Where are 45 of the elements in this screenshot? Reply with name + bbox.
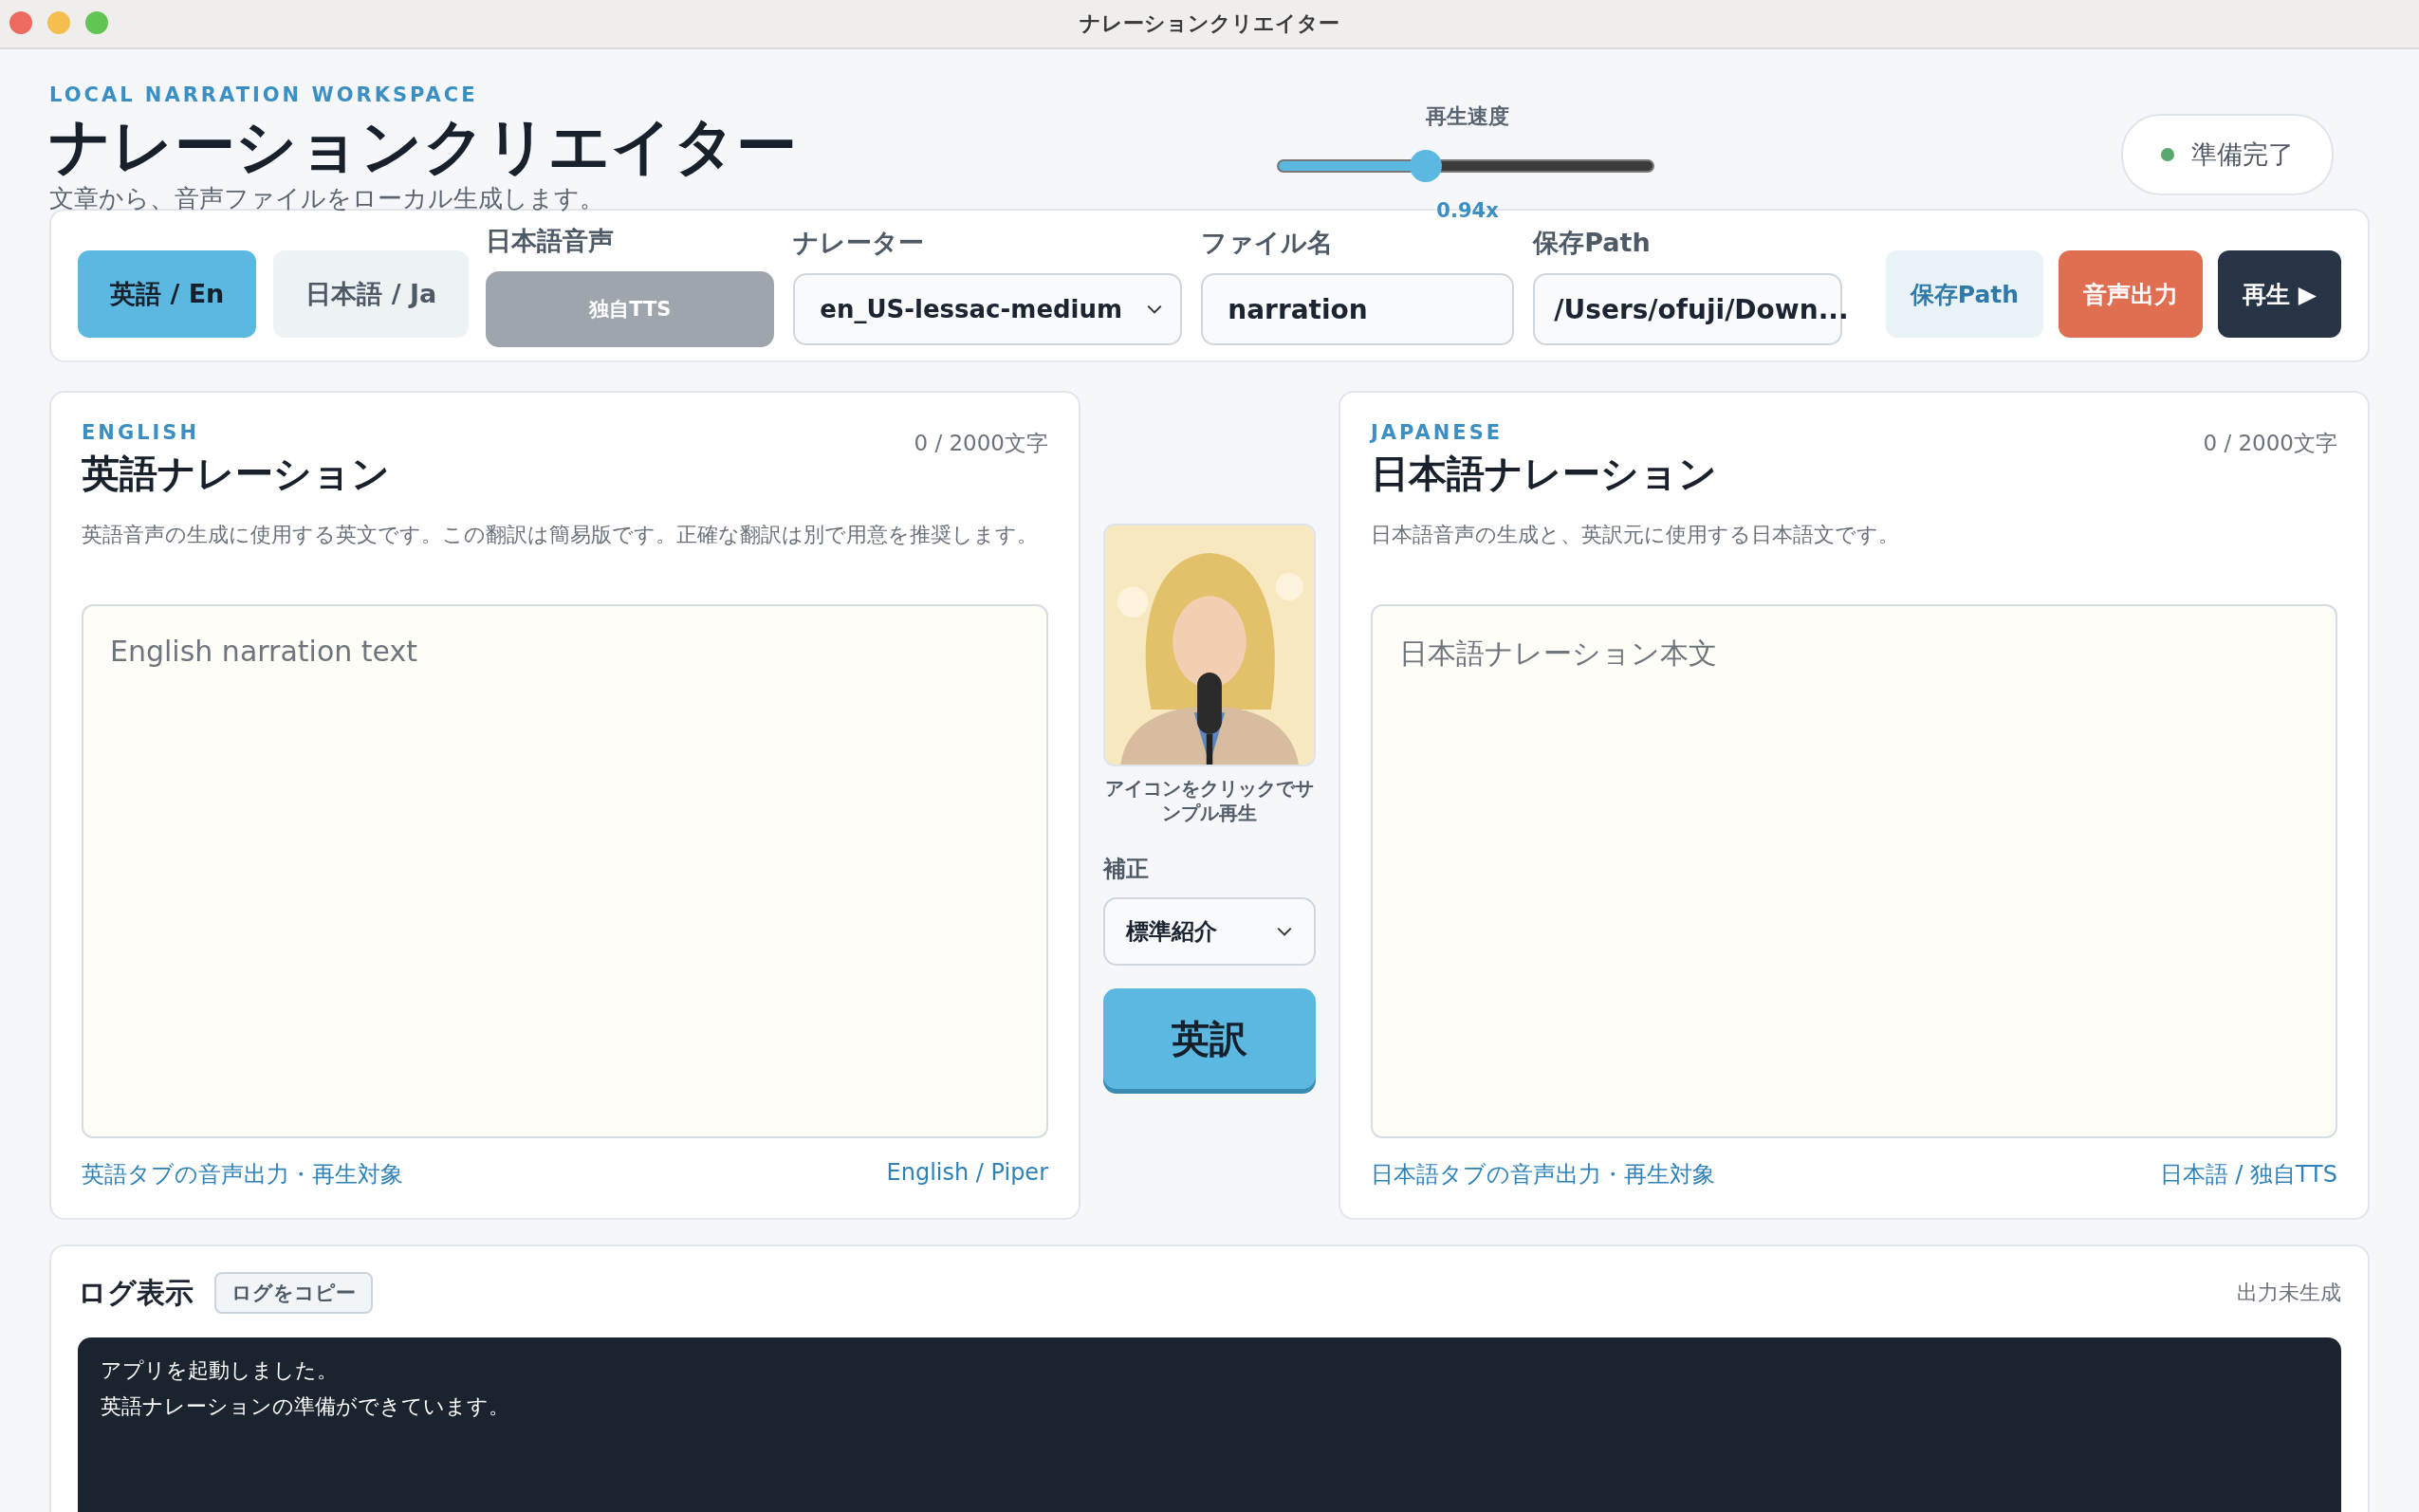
char-count: 0 / 2000文字 bbox=[914, 430, 1048, 457]
window-title: ナレーションクリエイター bbox=[1080, 10, 1339, 37]
minimize-button[interactable] bbox=[47, 11, 70, 34]
field-label: ナレーター bbox=[793, 227, 926, 259]
action-button[interactable]: 再生 ▶ bbox=[2218, 250, 2341, 338]
voice-engine-label: English / Piper bbox=[886, 1159, 1048, 1188]
speed-label: 再生速度 bbox=[1426, 103, 1509, 130]
voice-engine-label: 日本語 / 独自TTS bbox=[2159, 1160, 2337, 1189]
field-label: ファイル名 bbox=[1201, 227, 1335, 259]
close-button[interactable] bbox=[9, 11, 32, 34]
chevron-down-icon bbox=[1276, 926, 1293, 937]
avatar-caption: アイコンをクリックでサンプル再生 bbox=[1104, 776, 1315, 825]
app-title: ナレーションクリエイター bbox=[49, 110, 798, 182]
output-status: 出力未生成 bbox=[2237, 1280, 2341, 1306]
status-dot-icon bbox=[2161, 148, 2174, 161]
zoom-button[interactable] bbox=[85, 11, 108, 34]
language-tab[interactable]: 英語 / En bbox=[78, 250, 257, 338]
panel-title: 日本語ナレーション bbox=[1371, 451, 1717, 497]
panel-description: 英語音声の生成に使用する英文です。この翻訳は簡易版です。正確な翻訳は別で用意を推奨します。 bbox=[82, 522, 1039, 548]
narration-textarea[interactable]: English narration text bbox=[82, 604, 1048, 1138]
copy-log-button[interactable]: ログをコピー bbox=[214, 1272, 373, 1314]
log-line: 英語ナレーションの準備ができています。 bbox=[101, 1393, 510, 1420]
filename-field[interactable]: narration bbox=[1201, 273, 1515, 345]
language-tab[interactable]: 日本語 / Ja bbox=[273, 250, 470, 338]
chevron-down-icon bbox=[1146, 304, 1164, 315]
narration-textarea[interactable]: 日本語ナレーション本文 bbox=[1371, 604, 2337, 1138]
field-label: 保存Path bbox=[1533, 227, 1652, 259]
correction-select[interactable]: 標準紹介 bbox=[1103, 897, 1316, 966]
log-title: ログ表示 bbox=[78, 1274, 194, 1311]
panel-eyebrow: ENGLISH bbox=[82, 421, 201, 444]
panel-description: 日本語音声の生成と、英訳元に使用する日本語文です。 bbox=[1371, 522, 1900, 548]
speed-reading: 0.94x bbox=[1436, 199, 1499, 222]
log-line: アプリを起動しました。 bbox=[101, 1357, 339, 1384]
field-label: 日本語音声 bbox=[486, 225, 616, 257]
eyebrow-text: LOCAL NARRATION WORKSPACE bbox=[49, 83, 479, 106]
subtitle: 文章から、音声ファイルをローカル生成します。 bbox=[49, 183, 605, 214]
footer-note: 英語タブの音声出力・再生対象 bbox=[82, 1160, 403, 1189]
narrator-select[interactable]: en_US-lessac-medium bbox=[793, 273, 1183, 345]
panel-eyebrow: JAPANESE bbox=[1371, 421, 1505, 444]
action-button[interactable]: 保存Path bbox=[1885, 250, 2044, 338]
char-count: 0 / 2000文字 bbox=[2203, 430, 2337, 457]
panel-title: 英語ナレーション bbox=[82, 451, 390, 497]
field-label: 補正 bbox=[1103, 855, 1149, 884]
status-text: 準備完了 bbox=[2191, 138, 2294, 171]
footer-note: 日本語タブの音声出力・再生対象 bbox=[1371, 1160, 1715, 1189]
